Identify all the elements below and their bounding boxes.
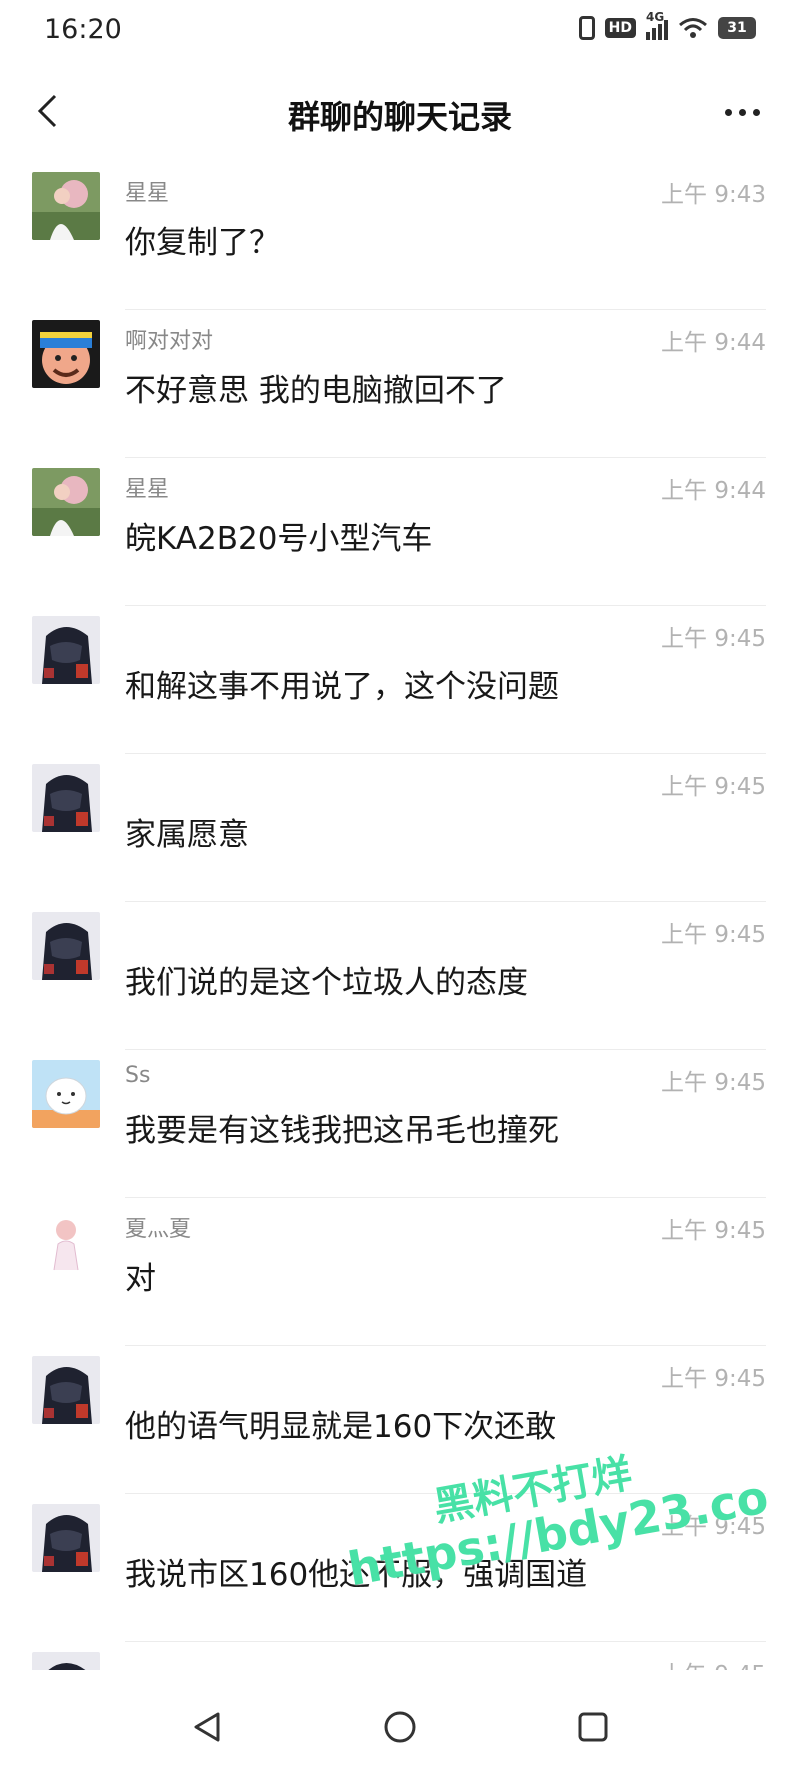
status-time: 16:20 — [44, 14, 122, 45]
list-item[interactable]: 星星 上午 9:44 皖KA2B20号小型汽车 — [0, 458, 800, 606]
list-item[interactable]: 啊对对对 上午 9:44 不好意思 我的电脑撤回不了 — [0, 310, 800, 458]
avatar[interactable] — [32, 912, 100, 980]
message-text: 和解这事不用说了，这个没问题 — [125, 669, 559, 705]
nav-back-button[interactable] — [177, 1697, 237, 1757]
circle-home-icon — [384, 1711, 416, 1742]
message-list[interactable]: 星星 上午 9:43 你复制了？ 啊对对对 上午 9:44 不好意思 我的电脑撤… — [0, 162, 800, 1670]
list-item[interactable]: 上午 9:45 — [0, 1642, 800, 1670]
avatar[interactable] — [32, 616, 100, 684]
avatar[interactable] — [32, 468, 100, 536]
avatar[interactable] — [32, 1060, 100, 1128]
battery-icon: 31 — [718, 17, 756, 39]
list-item[interactable]: 夏灬夏 上午 9:45 对 — [0, 1198, 800, 1346]
list-item[interactable]: 上午 9:45 他的语气明显就是160下次还敢 — [0, 1346, 800, 1494]
message-text: 我说市区160他还不服，强调国道 — [125, 1557, 588, 1593]
message-text: 我要是有这钱我把这吊毛也撞死 — [125, 1113, 559, 1149]
message-time: 上午 9:45 — [661, 1655, 766, 1670]
message-text: 他的语气明显就是160下次还敢 — [125, 1409, 557, 1445]
status-icons: HD 4G 31 — [578, 10, 756, 40]
avatar[interactable] — [32, 1652, 100, 1670]
square-recents-icon — [578, 1712, 608, 1741]
message-text: 你复制了？ — [125, 225, 280, 261]
avatar[interactable] — [32, 1208, 100, 1276]
nav-home-button[interactable] — [370, 1697, 430, 1757]
message-time: 上午 9:44 — [661, 478, 766, 504]
sender-name: 星星 — [125, 477, 170, 502]
message-time: 上午 9:43 — [661, 182, 766, 208]
nav-recents-button[interactable] — [563, 1697, 623, 1757]
vibrate-icon — [578, 16, 595, 40]
message-time: 上午 9:45 — [661, 1514, 766, 1540]
avatar[interactable] — [32, 1504, 100, 1572]
sender-name: 夏灬夏 — [125, 1217, 192, 1242]
sender-name: 啊对对对 — [125, 329, 214, 354]
message-time: 上午 9:45 — [661, 1366, 766, 1392]
avatar[interactable] — [32, 320, 100, 388]
page-title: 群聊的聊天记录 — [287, 98, 512, 136]
avatar[interactable] — [32, 764, 100, 832]
navigation-bar — [0, 1670, 800, 1783]
avatar[interactable] — [32, 1356, 100, 1424]
signal-icon: 4G — [646, 10, 668, 40]
message-time: 上午 9:44 — [661, 330, 766, 356]
sender-name: Ss — [125, 1063, 151, 1088]
message-text: 家属愿意 — [125, 817, 249, 853]
avatar[interactable] — [32, 172, 100, 240]
list-item[interactable]: 上午 9:45 家属愿意 — [0, 754, 800, 902]
message-time: 上午 9:45 — [661, 626, 766, 652]
message-text: 皖KA2B20号小型汽车 — [125, 521, 433, 557]
wifi-icon — [678, 17, 708, 39]
list-item[interactable]: Ss 上午 9:45 我要是有这钱我把这吊毛也撞死 — [0, 1050, 800, 1198]
list-item[interactable]: 上午 9:45 和解这事不用说了，这个没问题 — [0, 606, 800, 754]
more-options-button[interactable] — [712, 90, 772, 134]
triangle-back-icon — [194, 1712, 220, 1741]
message-text: 不好意思 我的电脑撤回不了 — [125, 373, 507, 409]
message-text: 我们说的是这个垃圾人的态度 — [125, 965, 528, 1001]
message-time: 上午 9:45 — [661, 1218, 766, 1244]
message-time: 上午 9:45 — [661, 774, 766, 800]
status-bar: 16:20 HD 4G 31 — [0, 0, 800, 62]
hd-icon: HD — [604, 18, 636, 38]
list-item[interactable]: 上午 9:45 我们说的是这个垃圾人的态度 — [0, 902, 800, 1050]
sender-name: 星星 — [125, 181, 170, 206]
message-time: 上午 9:45 — [661, 922, 766, 948]
message-text: 对 — [125, 1261, 156, 1297]
list-item[interactable]: 上午 9:45 我说市区160他还不服，强调国道 — [0, 1494, 800, 1642]
message-time: 上午 9:45 — [661, 1070, 766, 1096]
list-item[interactable]: 星星 上午 9:43 你复制了？ — [0, 162, 800, 310]
header: 群聊的聊天记录 — [0, 62, 800, 162]
more-dot-icon — [724, 108, 732, 116]
